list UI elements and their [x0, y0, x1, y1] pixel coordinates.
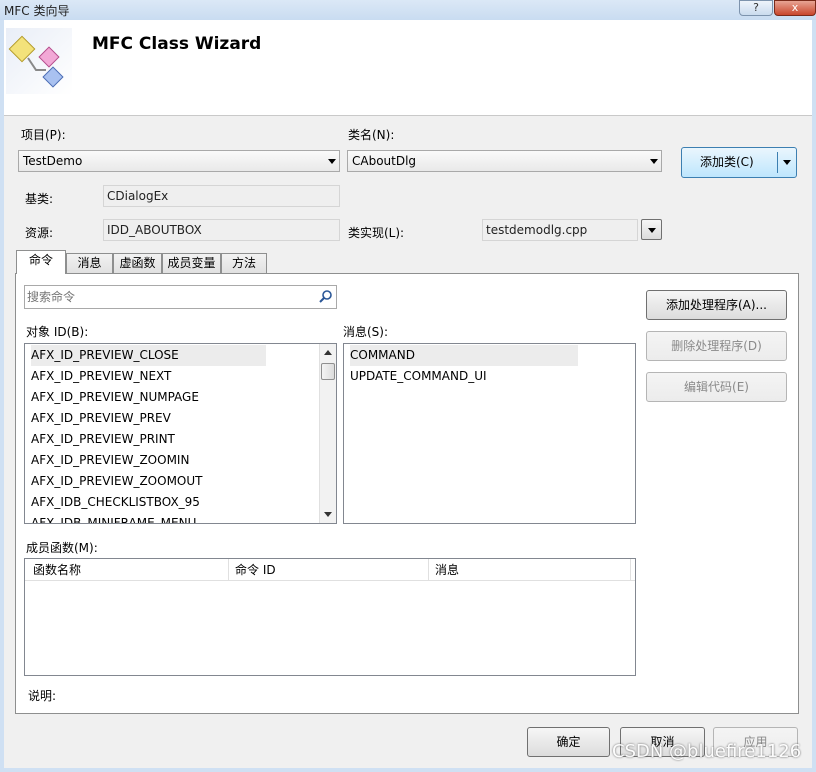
watermark-text: CSDN @bluefire1126 [612, 741, 802, 762]
help-button[interactable]: ? [739, 0, 773, 16]
column-header-command-id[interactable]: 命令 ID [231, 559, 429, 581]
member-functions-table[interactable]: 函数名称 命令 ID 消息 [24, 558, 636, 676]
column-header-message[interactable]: 消息 [431, 559, 631, 581]
scroll-down-icon[interactable] [324, 512, 332, 517]
object-ids-scrollbar[interactable] [319, 344, 336, 523]
chevron-down-icon [650, 159, 658, 164]
window-title: MFC 类向导 [4, 4, 70, 18]
title-bar: MFC 类向导 ? x [0, 0, 816, 20]
wizard-logo-svg [8, 35, 64, 88]
tab-member-variables[interactable]: 成员变量 [162, 253, 221, 274]
project-label: 项目(P): [21, 128, 66, 142]
messages-label: 消息(S): [343, 325, 389, 339]
tab-virtual-functions[interactable]: 虚函数 [113, 253, 162, 274]
add-handler-button[interactable]: 添加处理程序(A)... [646, 290, 787, 320]
project-value: TestDemo [23, 154, 83, 168]
column-header-function-name[interactable]: 函数名称 [33, 559, 229, 581]
project-combo[interactable]: TestDemo [18, 150, 340, 172]
table-header: 函数名称 命令 ID 消息 [25, 559, 635, 581]
list-item[interactable]: COMMAND [350, 345, 578, 366]
chevron-down-icon[interactable] [783, 160, 791, 165]
list-item[interactable]: AFX_IDB_MINIFRAME_MENU [31, 513, 196, 523]
add-class-label: 添加类(C) [700, 155, 754, 169]
resource-field: IDD_ABOUTBOX [103, 219, 340, 241]
chevron-down-icon [648, 228, 656, 233]
class-name-value: CAboutDlg [352, 154, 417, 168]
list-item[interactable]: AFX_ID_PREVIEW_PRINT [31, 429, 175, 450]
list-item[interactable]: AFX_ID_PREVIEW_CLOSE [31, 345, 266, 366]
ok-button[interactable]: 确定 [527, 727, 610, 757]
base-class-field: CDialogEx [103, 185, 340, 207]
class-impl-dropdown-button[interactable] [641, 219, 662, 240]
base-class-label: 基类: [25, 192, 54, 206]
tab-methods[interactable]: 方法 [221, 253, 267, 274]
search-icon[interactable] [318, 289, 334, 305]
list-item[interactable]: AFX_IDB_CHECKLISTBOX_95 [31, 492, 200, 513]
wizard-logo-icon [6, 28, 72, 94]
messages-list[interactable]: COMMAND UPDATE_COMMAND_UI [343, 343, 636, 524]
object-ids-list[interactable]: AFX_ID_PREVIEW_CLOSE AFX_ID_PREVIEW_NEXT… [24, 343, 337, 524]
tab-messages[interactable]: 消息 [66, 253, 113, 274]
class-name-combo[interactable]: CAboutDlg [347, 150, 662, 172]
list-item[interactable]: AFX_ID_PREVIEW_ZOOMIN [31, 450, 189, 471]
chevron-down-icon [328, 159, 336, 164]
list-item[interactable]: AFX_ID_PREVIEW_PREV [31, 408, 171, 429]
description-label: 说明: [28, 689, 57, 703]
list-item[interactable]: UPDATE_COMMAND_UI [350, 366, 487, 387]
delete-handler-button[interactable]: 删除处理程序(D) [646, 331, 787, 361]
add-class-button[interactable]: 添加类(C) [681, 147, 797, 178]
class-name-label: 类名(N): [348, 128, 395, 142]
list-item[interactable]: AFX_ID_PREVIEW_ZOOMOUT [31, 471, 203, 492]
member-functions-label: 成员函数(M): [26, 541, 98, 555]
split-divider [777, 152, 778, 173]
class-impl-label: 类实现(L): [348, 226, 405, 240]
edit-code-button[interactable]: 编辑代码(E) [646, 372, 787, 402]
class-impl-field: testdemodlg.cpp [482, 219, 638, 241]
scroll-thumb[interactable] [321, 363, 335, 380]
close-button[interactable]: x [774, 0, 816, 16]
wizard-header: MFC Class Wizard [4, 20, 812, 116]
tab-commands[interactable]: 命令 [16, 250, 66, 274]
search-input[interactable] [27, 288, 312, 306]
list-item[interactable]: AFX_ID_PREVIEW_NEXT [31, 366, 171, 387]
object-ids-label: 对象 ID(B): [26, 325, 89, 339]
scroll-up-icon[interactable] [324, 350, 332, 355]
resource-label: 资源: [25, 226, 54, 240]
list-item[interactable]: AFX_ID_PREVIEW_NUMPAGE [31, 387, 199, 408]
search-box[interactable] [24, 285, 337, 309]
wizard-title: MFC Class Wizard [92, 34, 262, 54]
